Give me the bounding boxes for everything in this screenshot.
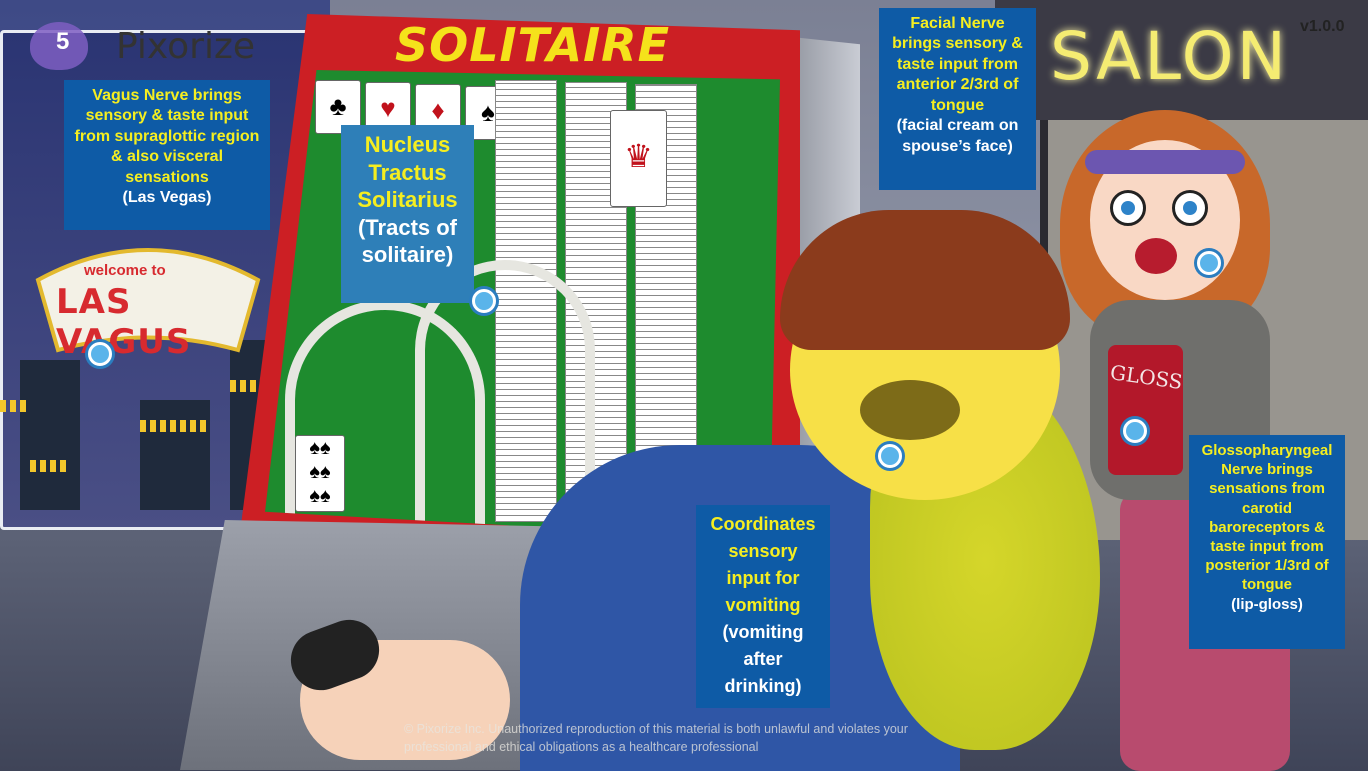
- label-nucleus-tractus-solitarius: Nucleus Tractus Solitarius (Tracts of so…: [341, 125, 474, 303]
- label-coordinates-main: Coordinates sensory input for vomiting: [710, 514, 816, 615]
- label-glosso-sub: (lip-gloss): [1231, 595, 1303, 613]
- building: [20, 360, 80, 510]
- woman-mouth: [1135, 238, 1177, 274]
- label-glossopharyngeal-nerve: Glossopharyngeal Nerve brings sensations…: [1189, 435, 1345, 649]
- building-windows: [0, 400, 30, 412]
- label-facial-sub: (facial cream on spouse’s face): [896, 117, 1019, 155]
- copyright-notice: © Pixorize Inc. Unauthorized reproductio…: [404, 722, 908, 755]
- label-coordinates-sub: (vomiting after drinking): [722, 622, 804, 696]
- hotspot-glossopharyngeal[interactable]: [1123, 419, 1147, 443]
- label-vagus-sub: (Las Vegas): [122, 189, 212, 207]
- card-nine-spades: ♠♠ ♠♠ ♠♠: [295, 435, 345, 512]
- scene-illustration: welcome to LAS VAGUS ♣ ♥ ♦ ♠ ♛ ♠♠ ♠♠ ♠♠ SO…: [0, 0, 1368, 771]
- label-facial-main: Facial Nerve brings sensory & taste inpu…: [892, 15, 1023, 114]
- version-label: v1.0.0: [1300, 18, 1345, 35]
- hotspot-nts[interactable]: [472, 289, 496, 313]
- building: [140, 400, 210, 510]
- building-windows: [140, 420, 210, 432]
- card-queen: ♛: [610, 110, 667, 207]
- boy-hair: [780, 210, 1070, 350]
- woman-eye: [1172, 190, 1208, 226]
- hotspot-facial[interactable]: [1197, 251, 1221, 275]
- label-nts-sub: (Tracts of solitaire): [357, 214, 458, 268]
- pixorize-logo: Pixorize: [116, 26, 255, 67]
- boy-mouth: [860, 380, 960, 440]
- hotspot-coordinates[interactable]: [878, 444, 902, 468]
- label-glosso-main: Glossopharyngeal Nerve brings sensations…: [1201, 442, 1333, 594]
- building-windows: [30, 460, 70, 472]
- woman-headband: [1085, 150, 1245, 174]
- label-vagus-nerve: Vagus Nerve brings sensory & taste input…: [64, 80, 270, 230]
- sign-welcome-text: welcome to: [84, 262, 166, 279]
- solitaire-title: SOLITAIRE: [395, 18, 671, 72]
- label-facial-nerve: Facial Nerve brings sensory & taste inpu…: [879, 8, 1036, 190]
- woman-eye: [1110, 190, 1146, 226]
- salon-sign: SALON: [1050, 18, 1290, 95]
- label-vagus-main: Vagus Nerve brings sensory & taste input…: [74, 87, 260, 186]
- label-coordinates-vomiting: Coordinates sensory input for vomiting (…: [696, 505, 830, 708]
- hotspot-vagus[interactable]: [88, 342, 112, 366]
- label-nts-main: Nucleus Tractus Solitarius: [357, 132, 458, 212]
- logo-badge-number: 5: [56, 28, 70, 55]
- sign-city-text: LAS VAGUS: [56, 282, 192, 362]
